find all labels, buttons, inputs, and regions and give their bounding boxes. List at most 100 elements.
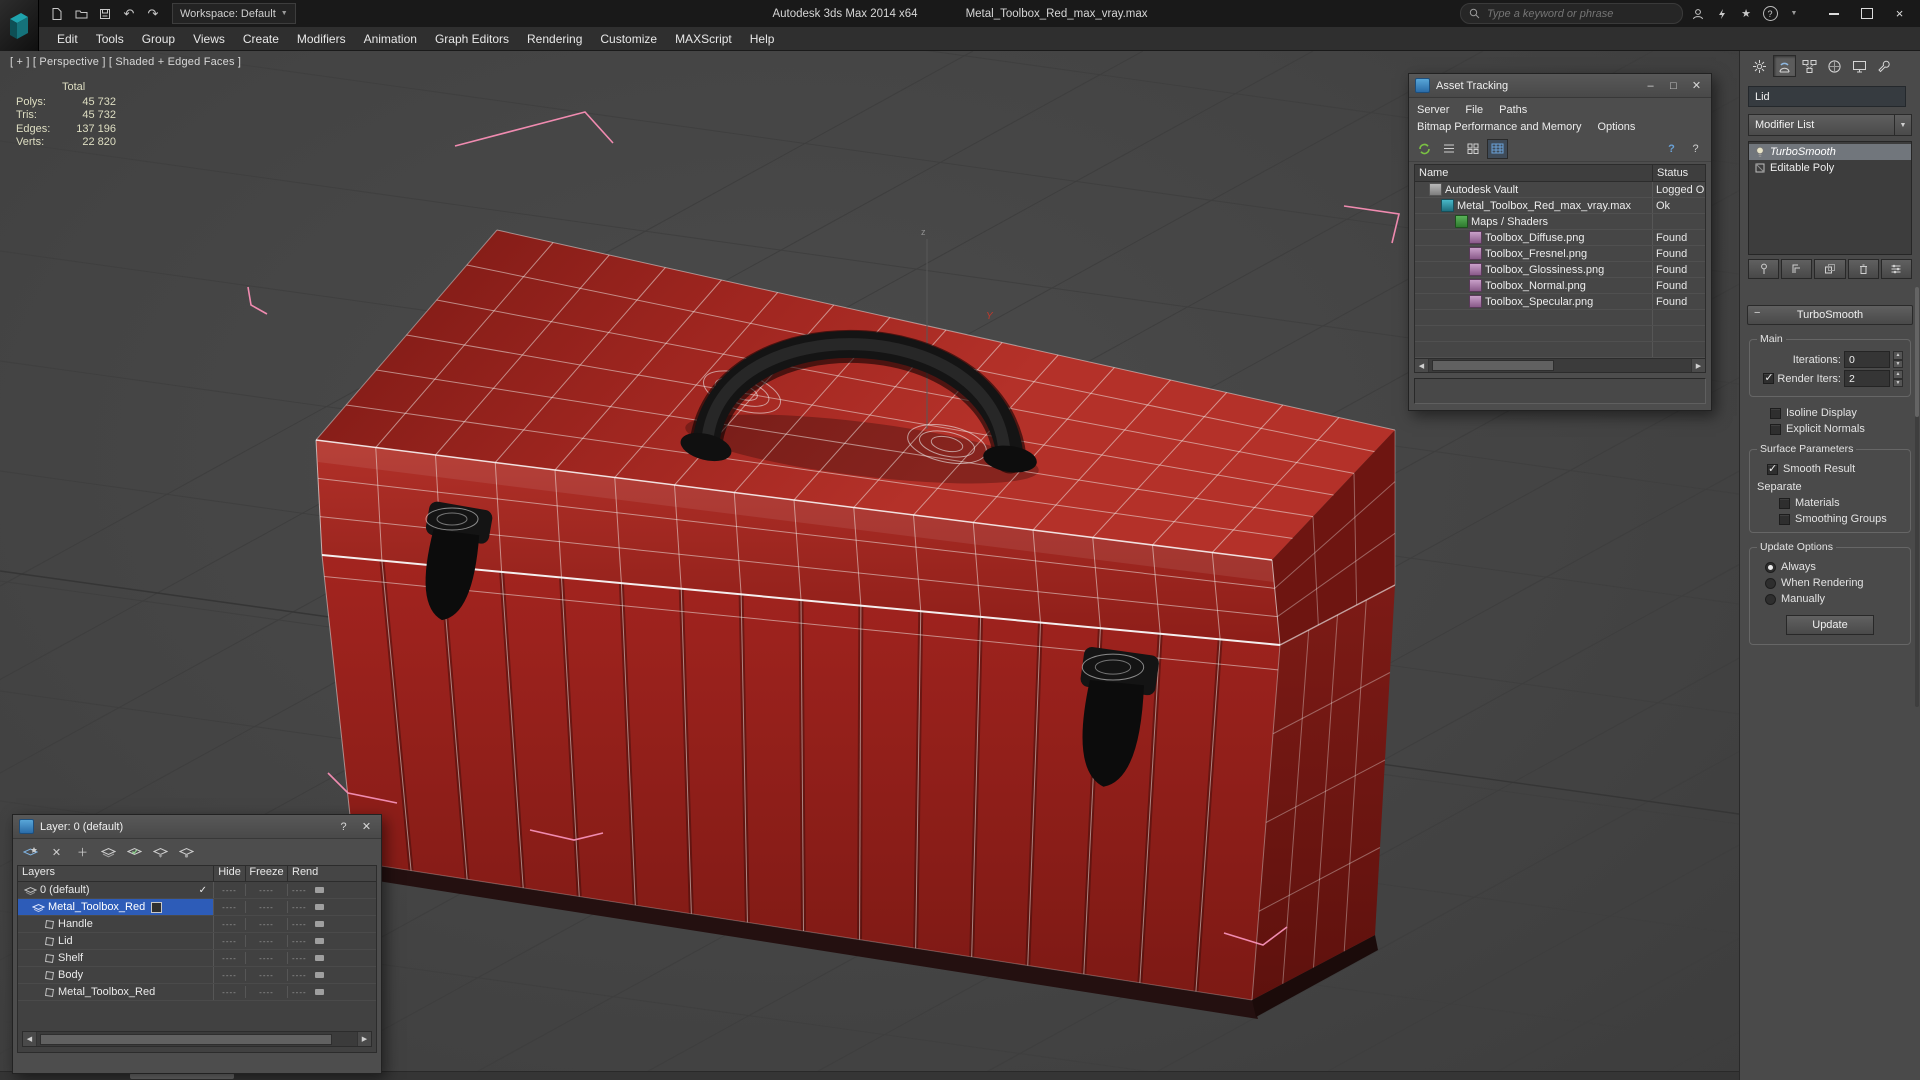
render-icon[interactable] bbox=[314, 938, 324, 944]
hide-freeze-toggle-button[interactable] bbox=[177, 843, 196, 861]
menu-views[interactable]: Views bbox=[184, 27, 234, 50]
render-iters-checkbox[interactable] bbox=[1763, 371, 1775, 384]
smooth-result-label[interactable]: Smooth Result bbox=[1783, 463, 1855, 475]
remove-modifier-button[interactable] bbox=[1847, 259, 1879, 279]
render-iters-label[interactable]: Render Iters: bbox=[1777, 373, 1841, 385]
list-view-button[interactable] bbox=[1439, 140, 1458, 158]
manually-label[interactable]: Manually bbox=[1781, 593, 1825, 605]
exchange-apps-icon[interactable] bbox=[1713, 5, 1731, 23]
always-radio[interactable] bbox=[1765, 561, 1776, 573]
help-button[interactable]: ? bbox=[1761, 5, 1779, 23]
object-row[interactable]: Body ---- ---- ---- bbox=[18, 967, 376, 984]
new-file-button[interactable] bbox=[46, 4, 68, 24]
render-icon[interactable] bbox=[314, 887, 324, 893]
infocenter-search[interactable] bbox=[1460, 3, 1683, 24]
new-layer-button[interactable] bbox=[21, 843, 40, 861]
menu-customize[interactable]: Customize bbox=[591, 27, 666, 50]
table-row[interactable]: Metal_Toolbox_Red_max_vray.max Ok bbox=[1415, 198, 1705, 214]
table-row[interactable]: Toolbox_Specular.png Found bbox=[1415, 294, 1705, 310]
object-row[interactable]: Shelf ---- ---- ---- bbox=[18, 950, 376, 967]
select-layer-objects-button[interactable] bbox=[99, 843, 118, 861]
object-row[interactable]: Handle ---- ---- ---- bbox=[18, 916, 376, 933]
about-button[interactable]: ? bbox=[1686, 140, 1705, 158]
set-current-layer-button[interactable] bbox=[125, 843, 144, 861]
menu-edit[interactable]: Edit bbox=[48, 27, 87, 50]
configure-modifier-sets-button[interactable] bbox=[1880, 259, 1913, 279]
help-mode-button[interactable]: ? bbox=[1662, 140, 1681, 158]
pin-stack-button[interactable] bbox=[1748, 259, 1780, 279]
open-file-button[interactable] bbox=[70, 4, 92, 24]
explicit-normals-checkbox[interactable] bbox=[1770, 423, 1781, 435]
layers-table-header[interactable]: Layers Hide Freeze Rend bbox=[18, 866, 376, 882]
maximize-button[interactable] bbox=[1850, 3, 1883, 25]
menu-help[interactable]: Help bbox=[741, 27, 784, 50]
thumbnail-view-button[interactable] bbox=[1463, 140, 1482, 158]
render-icon[interactable] bbox=[314, 972, 324, 978]
materials-label[interactable]: Materials bbox=[1795, 497, 1840, 509]
table-row[interactable]: Autodesk Vault Logged Out bbox=[1415, 182, 1705, 198]
layer-dialog-titlebar[interactable]: Layer: 0 (default) ? ✕ bbox=[13, 815, 381, 839]
column-layers[interactable]: Layers bbox=[18, 866, 214, 881]
column-status[interactable]: Status bbox=[1653, 165, 1705, 181]
tab-modify[interactable] bbox=[1773, 55, 1796, 77]
when-rendering-label[interactable]: When Rendering bbox=[1781, 577, 1864, 589]
table-row[interactable]: Maps / Shaders bbox=[1415, 214, 1705, 230]
workspace-selector[interactable]: Workspace: Default ▼ bbox=[172, 3, 296, 24]
update-button[interactable]: Update bbox=[1786, 615, 1874, 635]
smooth-result-checkbox[interactable] bbox=[1767, 462, 1778, 475]
tab-display[interactable] bbox=[1848, 55, 1871, 77]
scroll-right-arrow[interactable]: ▶ bbox=[357, 1032, 371, 1046]
render-icon[interactable] bbox=[314, 989, 324, 995]
menu-create[interactable]: Create bbox=[234, 27, 288, 50]
menu-options[interactable]: Options bbox=[1597, 121, 1635, 133]
modifier-list-dropdown[interactable]: Modifier List ▼ bbox=[1748, 114, 1912, 136]
asset-table-hscrollbar[interactable]: ◀ ▶ bbox=[1415, 358, 1705, 372]
render-icon[interactable] bbox=[314, 955, 324, 961]
help-dropdown[interactable]: ▼ bbox=[1785, 5, 1803, 23]
iterations-spinner[interactable]: ▲ ▼ bbox=[1893, 351, 1903, 368]
highlight-layer-button[interactable] bbox=[151, 843, 170, 861]
table-row[interactable]: Toolbox_Glossiness.png Found bbox=[1415, 262, 1705, 278]
column-hide[interactable]: Hide bbox=[214, 866, 246, 881]
always-label[interactable]: Always bbox=[1781, 561, 1816, 573]
menu-modifiers[interactable]: Modifiers bbox=[288, 27, 355, 50]
render-icon[interactable] bbox=[314, 904, 324, 910]
close-button[interactable]: ✕ bbox=[1688, 78, 1705, 93]
object-name-field[interactable]: Lid bbox=[1748, 86, 1906, 107]
help-button[interactable]: ? bbox=[335, 819, 352, 834]
explicit-normals-label[interactable]: Explicit Normals bbox=[1786, 423, 1865, 435]
menu-paths[interactable]: Paths bbox=[1499, 104, 1527, 116]
undo-button[interactable]: ↶ bbox=[118, 4, 140, 24]
stack-item-turbosmooth[interactable]: TurboSmooth bbox=[1749, 144, 1911, 160]
menu-graph-editors[interactable]: Graph Editors bbox=[426, 27, 518, 50]
menu-file[interactable]: File bbox=[1465, 104, 1483, 116]
save-file-button[interactable] bbox=[94, 4, 116, 24]
refresh-button[interactable] bbox=[1415, 140, 1434, 158]
table-view-button[interactable] bbox=[1487, 138, 1508, 159]
scroll-left-arrow[interactable]: ◀ bbox=[23, 1032, 37, 1046]
minimize-button[interactable] bbox=[1817, 3, 1850, 25]
smoothing-groups-checkbox[interactable] bbox=[1779, 513, 1790, 525]
object-row[interactable]: Lid ---- ---- ---- bbox=[18, 933, 376, 950]
minimize-button[interactable]: – bbox=[1642, 78, 1659, 93]
scroll-left-arrow[interactable]: ◀ bbox=[1415, 359, 1429, 372]
layers-hscrollbar[interactable]: ◀ ▶ bbox=[22, 1031, 372, 1047]
scrollbar-thumb[interactable] bbox=[40, 1033, 332, 1045]
viewport-label[interactable]: [ + ] [ Perspective ] [ Shaded + Edged F… bbox=[10, 56, 241, 68]
app-logo-3dsmax[interactable] bbox=[0, 0, 39, 51]
delete-layer-button[interactable]: ✕ bbox=[47, 843, 66, 861]
manually-radio[interactable] bbox=[1765, 593, 1776, 605]
when-rendering-radio[interactable] bbox=[1765, 577, 1776, 589]
search-input[interactable] bbox=[1485, 6, 1674, 21]
render-iters-spinner[interactable]: ▲ ▼ bbox=[1893, 370, 1903, 387]
asset-table-header[interactable]: Name Status bbox=[1415, 165, 1705, 182]
maximize-button[interactable]: □ bbox=[1665, 78, 1682, 93]
iterations-value[interactable]: 0 bbox=[1844, 351, 1890, 368]
smoothing-groups-label[interactable]: Smoothing Groups bbox=[1795, 513, 1887, 525]
table-row[interactable]: Toolbox_Diffuse.png Found bbox=[1415, 230, 1705, 246]
scrollbar-thumb[interactable] bbox=[1915, 287, 1919, 417]
layer-row[interactable]: 0 (default) ✓ ---- ---- ---- bbox=[18, 882, 376, 899]
render-iters-value[interactable]: 2 bbox=[1844, 370, 1890, 387]
menu-maxscript[interactable]: MAXScript bbox=[666, 27, 741, 50]
rollout-header[interactable]: − TurboSmooth bbox=[1747, 305, 1913, 325]
